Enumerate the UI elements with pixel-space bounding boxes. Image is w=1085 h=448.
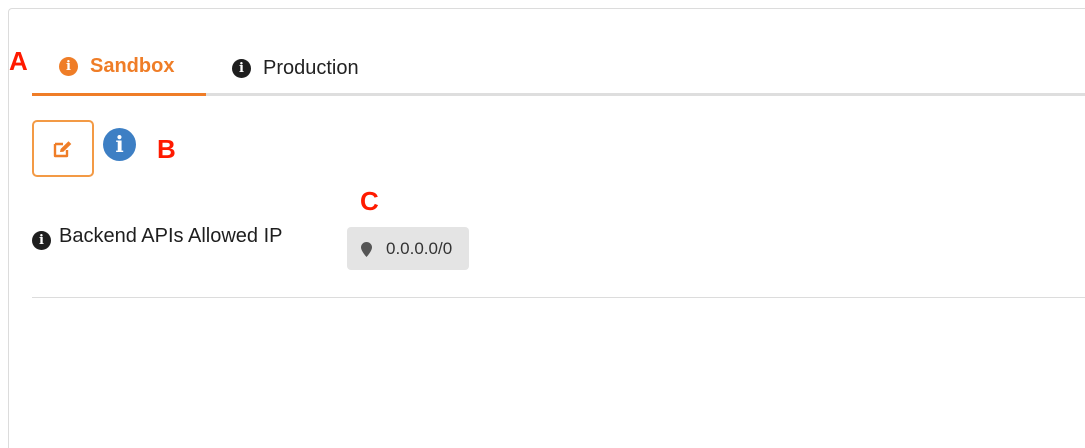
ip-value: 0.0.0.0/0 xyxy=(386,238,453,258)
field-label-text: Backend APIs Allowed IP xyxy=(59,225,283,247)
tab-production-label: Production xyxy=(263,56,359,79)
edit-pencil-icon xyxy=(53,140,72,157)
annotation-a: A xyxy=(9,46,28,76)
ip-chip: 0.0.0.0/0 xyxy=(347,227,470,270)
field-label: i Backend APIs Allowed IP xyxy=(32,222,322,250)
annotation-c: C xyxy=(360,186,379,216)
environment-tabs: i Sandbox i Production xyxy=(32,40,1085,96)
info-circle-icon: i xyxy=(103,128,136,161)
edit-button[interactable] xyxy=(32,120,94,177)
tab-sandbox-label: Sandbox xyxy=(90,55,175,77)
info-circle-icon: i xyxy=(232,58,251,78)
annotation-b: B xyxy=(157,134,176,164)
info-circle-icon: i xyxy=(59,57,78,76)
tab-sandbox[interactable]: i Sandbox xyxy=(32,40,206,96)
info-button[interactable]: i xyxy=(103,128,136,161)
divider xyxy=(32,297,1085,298)
info-circle-icon: i xyxy=(32,231,51,250)
tab-production[interactable]: i Production xyxy=(232,40,359,96)
map-marker-icon xyxy=(361,242,372,257)
